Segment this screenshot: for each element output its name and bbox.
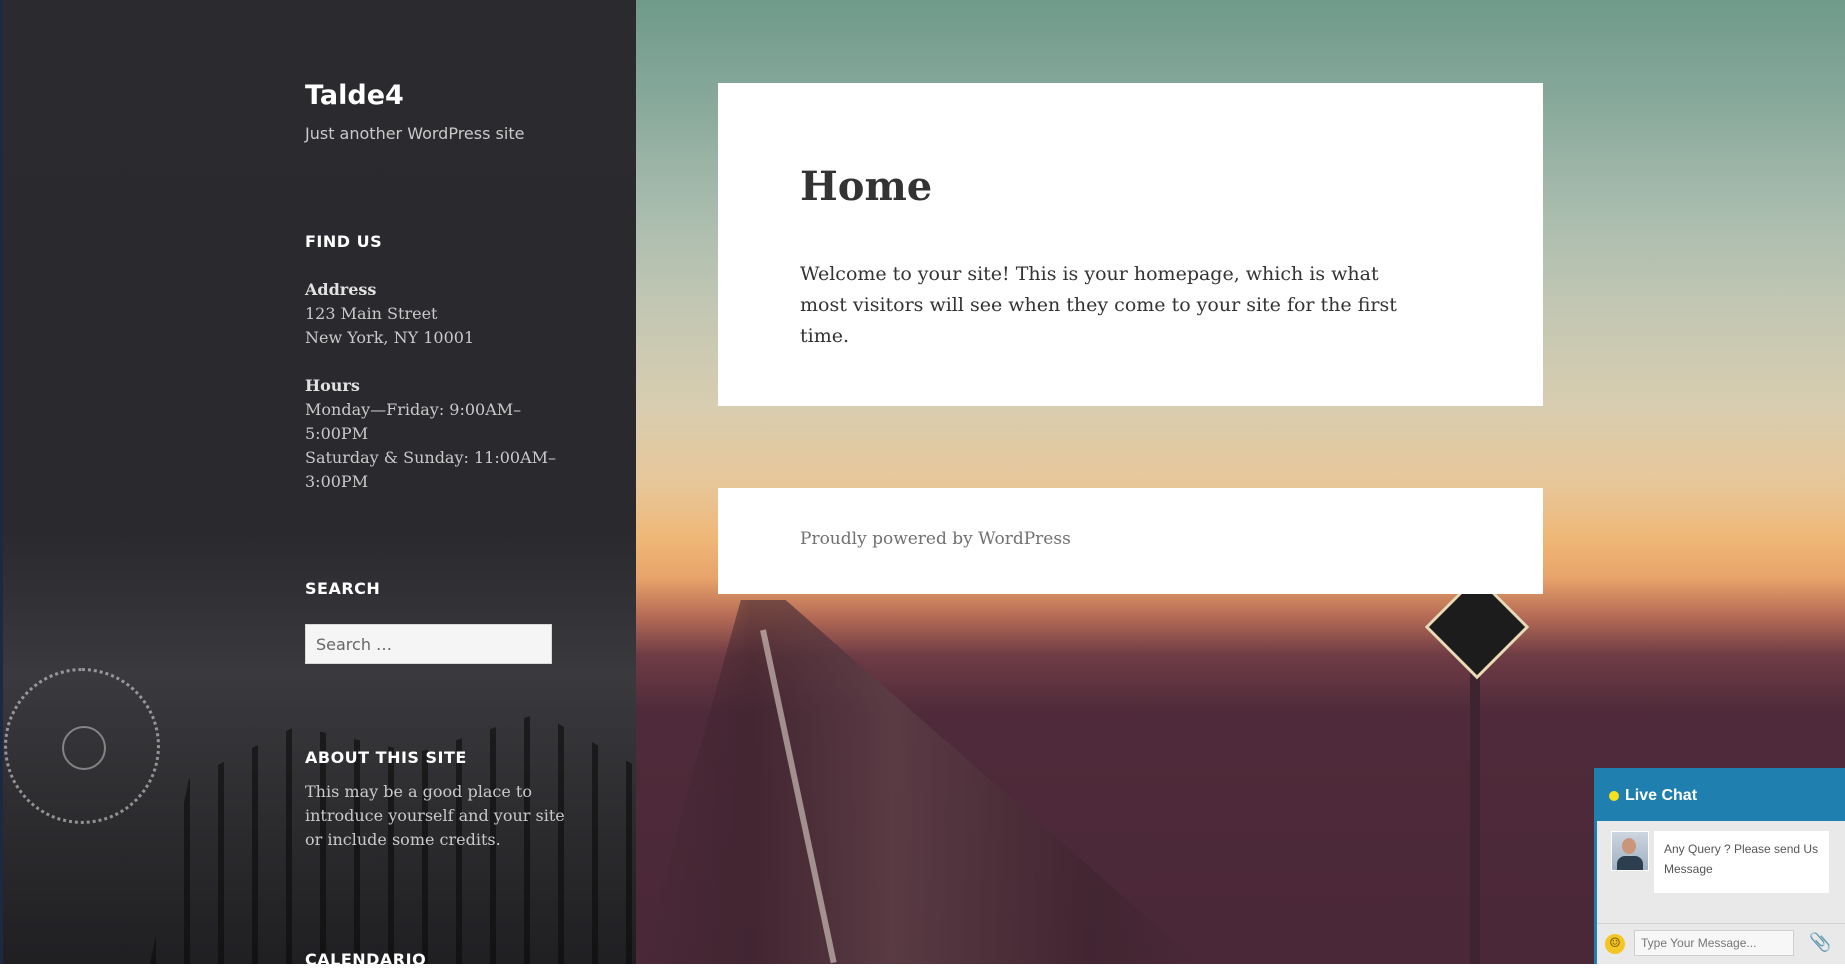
hours-line-1: Monday—Friday: 9:00AM– bbox=[305, 400, 522, 419]
widget-title-search: SEARCH bbox=[305, 579, 381, 598]
ferris-wheel-graphic bbox=[4, 668, 160, 824]
paperclip-icon[interactable]: 📎 bbox=[1809, 932, 1831, 953]
address-line-1: 123 Main Street bbox=[305, 304, 438, 323]
powered-by-link[interactable]: Proudly powered by WordPress bbox=[800, 529, 1071, 549]
page-body-text: Welcome to your site! This is your homep… bbox=[800, 263, 1397, 347]
hours-line-3: Saturday & Sunday: 11:00AM– bbox=[305, 448, 557, 467]
sidebar: Talde4 Just another WordPress site FIND … bbox=[0, 0, 636, 969]
road-graphic bbox=[640, 600, 1200, 964]
site-footer: Proudly powered by WordPress bbox=[718, 488, 1543, 594]
site-description: Just another WordPress site bbox=[305, 124, 525, 143]
chat-header[interactable]: Live Chat bbox=[1597, 771, 1845, 821]
online-status-icon bbox=[1609, 791, 1619, 801]
road-sign-pole bbox=[1470, 650, 1480, 964]
main-content-card: Home Welcome to your site! This is your … bbox=[718, 83, 1543, 406]
about-text: This may be a good place to introduce yo… bbox=[305, 782, 565, 849]
agent-avatar bbox=[1611, 831, 1649, 871]
site-title[interactable]: Talde4 bbox=[305, 80, 404, 111]
chat-message-input[interactable] bbox=[1634, 930, 1794, 956]
widget-title-about: ABOUT THIS SITE bbox=[305, 748, 467, 767]
search-input[interactable] bbox=[305, 624, 552, 664]
chat-header-label: Live Chat bbox=[1625, 787, 1698, 804]
widget-title-calendar: CALENDARIO bbox=[305, 950, 427, 969]
page-title: Home bbox=[800, 163, 933, 210]
sidebar-edge bbox=[0, 0, 3, 964]
hours-line-4: 3:00PM bbox=[305, 472, 369, 491]
chat-input-row: ☺ 📎 bbox=[1597, 923, 1845, 964]
find-us-content: Address 123 Main Street New York, NY 100… bbox=[305, 278, 575, 494]
hours-label: Hours bbox=[305, 376, 360, 395]
widget-title-find-us: FIND US bbox=[305, 232, 383, 251]
chat-greeting-message: Any Query ? Please send Us Message bbox=[1654, 831, 1829, 893]
live-chat-widget: Live Chat Any Query ? Please send Us Mes… bbox=[1594, 768, 1845, 964]
address-line-2: New York, NY 10001 bbox=[305, 328, 475, 347]
smiley-icon[interactable]: ☺ bbox=[1605, 934, 1625, 954]
hours-line-2: 5:00PM bbox=[305, 424, 369, 443]
address-label: Address bbox=[305, 280, 377, 299]
